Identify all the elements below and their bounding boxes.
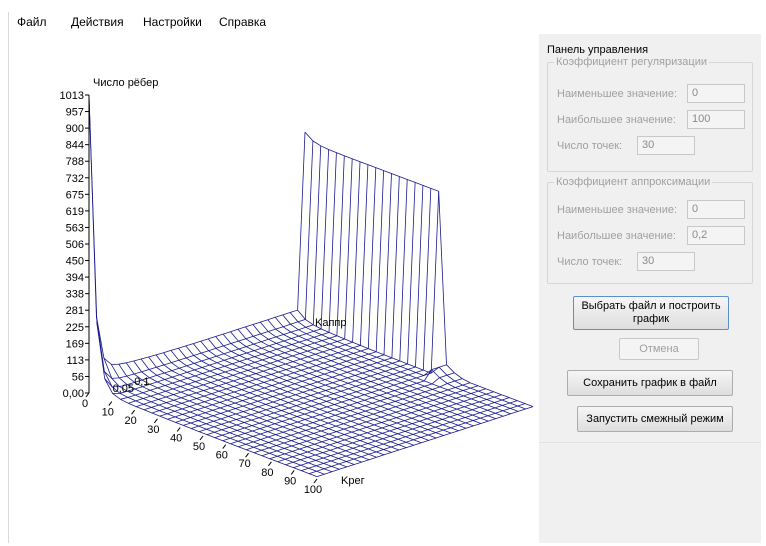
x-tick-mark	[199, 435, 204, 441]
x-tick-label: 60	[216, 450, 228, 462]
z-tick-label: 900	[66, 123, 84, 135]
x-tick-label: 10	[102, 407, 114, 419]
x-tick-mark	[108, 401, 113, 406]
y-axis-label: Kаппр	[315, 317, 347, 329]
reg-min-label: Наименьшее значение:	[557, 88, 678, 100]
z-tick-label: 450	[66, 256, 84, 268]
y-tick-label: 0,05	[113, 383, 134, 395]
surface-chart: 1013957900844788732675619563506450394338…	[60, 77, 534, 496]
x-tick-label: 50	[193, 441, 205, 453]
reg-max-field[interactable]: 100	[687, 110, 745, 129]
z-tick-label: 563	[66, 222, 84, 234]
chart-axes	[85, 94, 318, 484]
surface-line-x	[96, 140, 314, 379]
reg-points-field[interactable]: 30	[637, 136, 695, 155]
z-tick-label: 394	[66, 272, 84, 284]
x-tick-mark	[222, 444, 227, 449]
x-tick-label: 0	[82, 398, 88, 410]
x-tick-label: 100	[304, 484, 322, 496]
z-tick-label: 338	[66, 289, 84, 301]
adjacent-mode-button[interactable]: Запустить смежный режим	[577, 406, 733, 432]
menu-help[interactable]: Справка	[219, 15, 266, 29]
panel-separator	[539, 442, 761, 443]
z-axis-label: Число рёбер	[93, 77, 158, 89]
z-tick-label: 281	[66, 305, 84, 317]
approx-min-label: Наименьшее значение:	[557, 204, 678, 216]
z-tick-label: 957	[66, 107, 84, 119]
surface-wireframe	[88, 94, 534, 477]
x-axis-label: Kрег	[341, 475, 365, 487]
z-tick-label: 788	[66, 156, 84, 168]
menu-bar: Файл Действия Настройки Справка	[9, 12, 761, 34]
control-panel: Панель управления Коэффициент регуляриза…	[539, 34, 761, 543]
z-tick-label: 675	[66, 189, 84, 201]
surface-line-y	[304, 131, 534, 407]
z-tick-label: 169	[66, 338, 84, 350]
x-tick-label: 20	[124, 415, 136, 427]
cancel-button[interactable]: Отмена	[619, 338, 699, 360]
main-window: Файл Действия Настройки Справка 1013 957 9…	[8, 12, 761, 543]
approx-points-field[interactable]: 30	[637, 252, 695, 271]
z-tick-label: 619	[66, 206, 84, 218]
menu-settings[interactable]: Настройки	[143, 15, 202, 29]
z-tick-label: 225	[66, 322, 84, 334]
z-tick-label: 113	[66, 355, 84, 367]
panel-title: Панель управления	[547, 44, 649, 56]
surface-line-x	[112, 149, 329, 394]
approx-legend: Коэффициент аппроксимации	[556, 176, 711, 188]
menu-file[interactable]: Файл	[17, 15, 47, 29]
x-tick-mark	[290, 470, 295, 475]
save-chart-button[interactable]: Сохранить график в файл	[567, 370, 733, 396]
x-tick-label: 90	[284, 475, 296, 487]
reg-max-label: Наибольшее значение:	[557, 114, 676, 126]
reg-legend: Коэффициент регуляризации	[556, 56, 708, 68]
approx-min-field[interactable]: 0	[687, 200, 745, 219]
menu-actions[interactable]: Действия	[71, 15, 124, 29]
x-tick-mark	[245, 452, 250, 458]
x-tick-mark	[176, 427, 181, 432]
y-tick-label: 0,1	[134, 376, 149, 388]
z-tick-label: 844	[66, 140, 84, 152]
z-tick-label: 56	[72, 371, 84, 383]
x-tick-label: 80	[261, 467, 273, 479]
reg-points-label: Число точек:	[557, 140, 623, 152]
surface-line-x	[151, 164, 369, 414]
x-tick-label: 30	[147, 424, 159, 436]
reg-min-field[interactable]: 0	[687, 84, 745, 103]
z-tick-label: 1013	[60, 90, 84, 102]
x-tick-mark	[131, 409, 135, 415]
x-tick-mark	[85, 392, 90, 398]
approx-points-label: Число точек:	[557, 256, 623, 268]
x-tick-mark	[313, 478, 318, 484]
surface-line-x	[88, 94, 306, 365]
x-tick-label: 70	[238, 458, 250, 470]
x-tick-label: 40	[170, 432, 182, 444]
choose-file-button[interactable]: Выбрать файл и построить график	[573, 296, 729, 330]
z-tick-label: 506	[66, 239, 84, 251]
surface-line-x	[136, 158, 353, 407]
approx-max-label: Наибольшее значение:	[557, 230, 676, 242]
x-tick-mark	[267, 461, 272, 467]
x-tick-mark	[153, 418, 158, 424]
approx-max-field[interactable]: 0,2	[687, 226, 745, 245]
z-tick-label: 0,00	[63, 388, 84, 400]
surface-plot-area: 1013 957 900 844 788 732 675 619 563 506 450 394 338…	[9, 34, 539, 543]
z-tick-label: 732	[66, 173, 84, 185]
surface-line-x	[104, 145, 322, 388]
